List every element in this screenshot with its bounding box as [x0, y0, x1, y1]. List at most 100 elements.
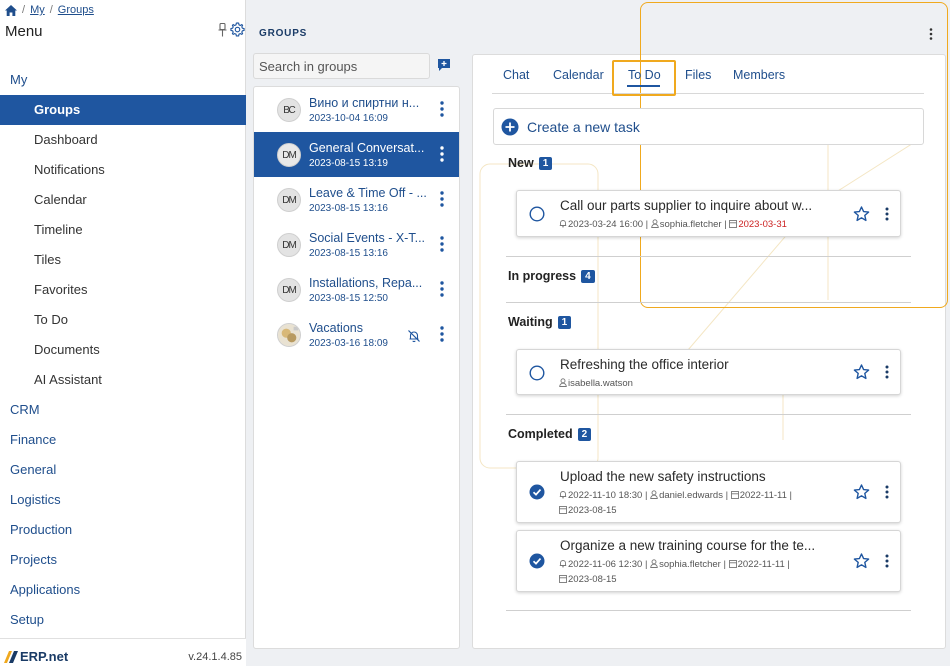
group-avatar: DM [277, 143, 301, 167]
kebab-menu-icon[interactable] [885, 554, 889, 568]
menu-item-timeline[interactable]: Timeline [0, 215, 246, 245]
breadcrumb-separator: / [49, 4, 53, 16]
star-icon[interactable] [853, 206, 870, 222]
task-incomplete-circle-icon[interactable] [529, 365, 545, 381]
home-icon[interactable] [5, 4, 17, 16]
menu-item-general[interactable]: General [0, 455, 246, 485]
menu-item-notifications[interactable]: Notifications [0, 155, 246, 185]
groups-title: GROUPS [259, 28, 308, 39]
breadcrumb-my[interactable]: My [30, 4, 45, 16]
task-complete-check-icon[interactable] [529, 553, 545, 569]
tab-todo[interactable]: To Do [628, 68, 661, 82]
logo[interactable]: ERP.net [4, 649, 68, 664]
menu-item-logistics[interactable]: Logistics [0, 485, 246, 515]
star-icon[interactable] [853, 484, 870, 500]
group-item[interactable]: DM Installations, Repa... 2023-08-15 12:… [254, 267, 459, 312]
menu-item-groups[interactable]: Groups [0, 95, 246, 125]
group-name: General Conversat... [309, 141, 425, 155]
menu-item-calendar[interactable]: Calendar [0, 185, 246, 215]
count-badge: 1 [538, 156, 553, 170]
kebab-menu-icon[interactable] [440, 146, 444, 162]
menu-item-my[interactable]: My [0, 65, 246, 95]
menu-item-setup[interactable]: Setup [0, 605, 246, 635]
count-badge: 1 [557, 315, 572, 329]
menu-item-tiles[interactable]: Tiles [0, 245, 246, 275]
menu-item-ai-assistant[interactable]: AI Assistant [0, 365, 246, 395]
group-item[interactable]: DM Leave & Time Off - ... 2023-08-15 13:… [254, 177, 459, 222]
bell-off-icon [407, 329, 421, 343]
kebab-menu-icon[interactable] [440, 101, 444, 117]
calendar-icon [730, 490, 739, 499]
group-avatar-photo [277, 323, 301, 347]
section-title: Waiting [508, 315, 553, 329]
menu-item-production[interactable]: Production [0, 515, 246, 545]
bell-icon [559, 559, 567, 568]
menu-item-dashboard[interactable]: Dashboard [0, 125, 246, 155]
kebab-menu-icon[interactable] [440, 281, 444, 297]
pin-icon[interactable] [218, 23, 227, 37]
breadcrumb-groups[interactable]: Groups [58, 4, 94, 16]
menu-item-applications[interactable]: Applications [0, 575, 246, 605]
group-name: Вино и спиртни н... [309, 96, 420, 110]
group-avatar: ВС [277, 98, 301, 122]
menu-list: My Groups Dashboard Notifications Calend… [0, 65, 246, 635]
star-icon[interactable] [853, 553, 870, 569]
plus-circle-icon [501, 118, 519, 136]
task-completed-date: 2023-08-15 [568, 505, 617, 516]
breadcrumb: / My / Groups [5, 3, 94, 17]
section-divider [506, 302, 911, 303]
calendar-check-icon [559, 574, 567, 583]
group-name: Installations, Repa... [309, 276, 423, 290]
kebab-menu-icon[interactable] [440, 236, 444, 252]
menu-item-favorites[interactable]: Favorites [0, 275, 246, 305]
section-divider [506, 610, 911, 611]
task-card[interactable]: Refreshing the office interior isabella.… [516, 349, 901, 395]
task-card[interactable]: Organize a new training course for the t… [516, 530, 901, 592]
group-item[interactable]: DM Social Events - X-T... 2023-08-15 13:… [254, 222, 459, 267]
tab-bar: Chat Calendar To Do Files Members [492, 62, 924, 94]
group-item[interactable]: Vacations 2023-03-16 18:09 [254, 312, 459, 357]
task-incomplete-circle-icon[interactable] [529, 206, 545, 222]
new-group-chat-icon[interactable] [437, 58, 451, 72]
star-icon[interactable] [853, 364, 870, 380]
group-item[interactable]: ВС Вино и спиртни н... 2023-10-04 16:09 [254, 87, 459, 132]
kebab-menu-icon[interactable] [440, 326, 444, 342]
group-name: Leave & Time Off - ... [309, 186, 427, 200]
tab-chat[interactable]: Chat [503, 68, 529, 82]
panel-kebab-menu-icon[interactable] [929, 28, 933, 40]
search-groups-input[interactable] [253, 53, 430, 79]
task-complete-check-icon[interactable] [529, 484, 545, 500]
tab-members[interactable]: Members [733, 68, 785, 82]
bell-icon [559, 219, 567, 228]
create-task-button[interactable]: Create a new task [493, 108, 924, 145]
task-card[interactable]: Call our parts supplier to inquire about… [516, 190, 901, 237]
task-card[interactable]: Upload the new safety instructions 2022-… [516, 461, 901, 523]
task-title: Organize a new training course for the t… [560, 538, 816, 553]
menu-item-crm[interactable]: CRM [0, 395, 246, 425]
tab-calendar[interactable]: Calendar [553, 68, 604, 82]
calendar-check-icon [559, 505, 567, 514]
menu-item-todo[interactable]: To Do [0, 305, 246, 335]
kebab-menu-icon[interactable] [440, 191, 444, 207]
tab-files[interactable]: Files [685, 68, 711, 82]
group-date: 2023-08-15 12:50 [309, 293, 388, 304]
menu-item-projects[interactable]: Projects [0, 545, 246, 575]
user-icon [650, 559, 658, 568]
group-item[interactable]: DM General Conversat... 2023-08-15 13:19 [254, 132, 459, 177]
kebab-menu-icon[interactable] [885, 365, 889, 379]
menu-title: Menu [5, 23, 43, 40]
section-title: In progress [508, 269, 577, 283]
group-name: Social Events - X-T... [309, 231, 426, 245]
menu-item-documents[interactable]: Documents [0, 335, 246, 365]
gear-icon[interactable] [230, 22, 245, 37]
create-task-label: Create a new task [527, 119, 640, 135]
menu-item-finance[interactable]: Finance [0, 425, 246, 455]
kebab-menu-icon[interactable] [885, 485, 889, 499]
group-avatar: DM [277, 233, 301, 257]
task-assignee: sophia.fletcher [659, 559, 721, 570]
task-assignee: daniel.edwards [659, 490, 723, 501]
task-meta: 2023-03-24 16:00 | sophia.fletcher | 202… [559, 217, 819, 232]
section-in-progress[interactable]: In progress 4 [508, 269, 595, 283]
kebab-menu-icon[interactable] [885, 207, 889, 221]
calendar-icon [729, 219, 738, 228]
